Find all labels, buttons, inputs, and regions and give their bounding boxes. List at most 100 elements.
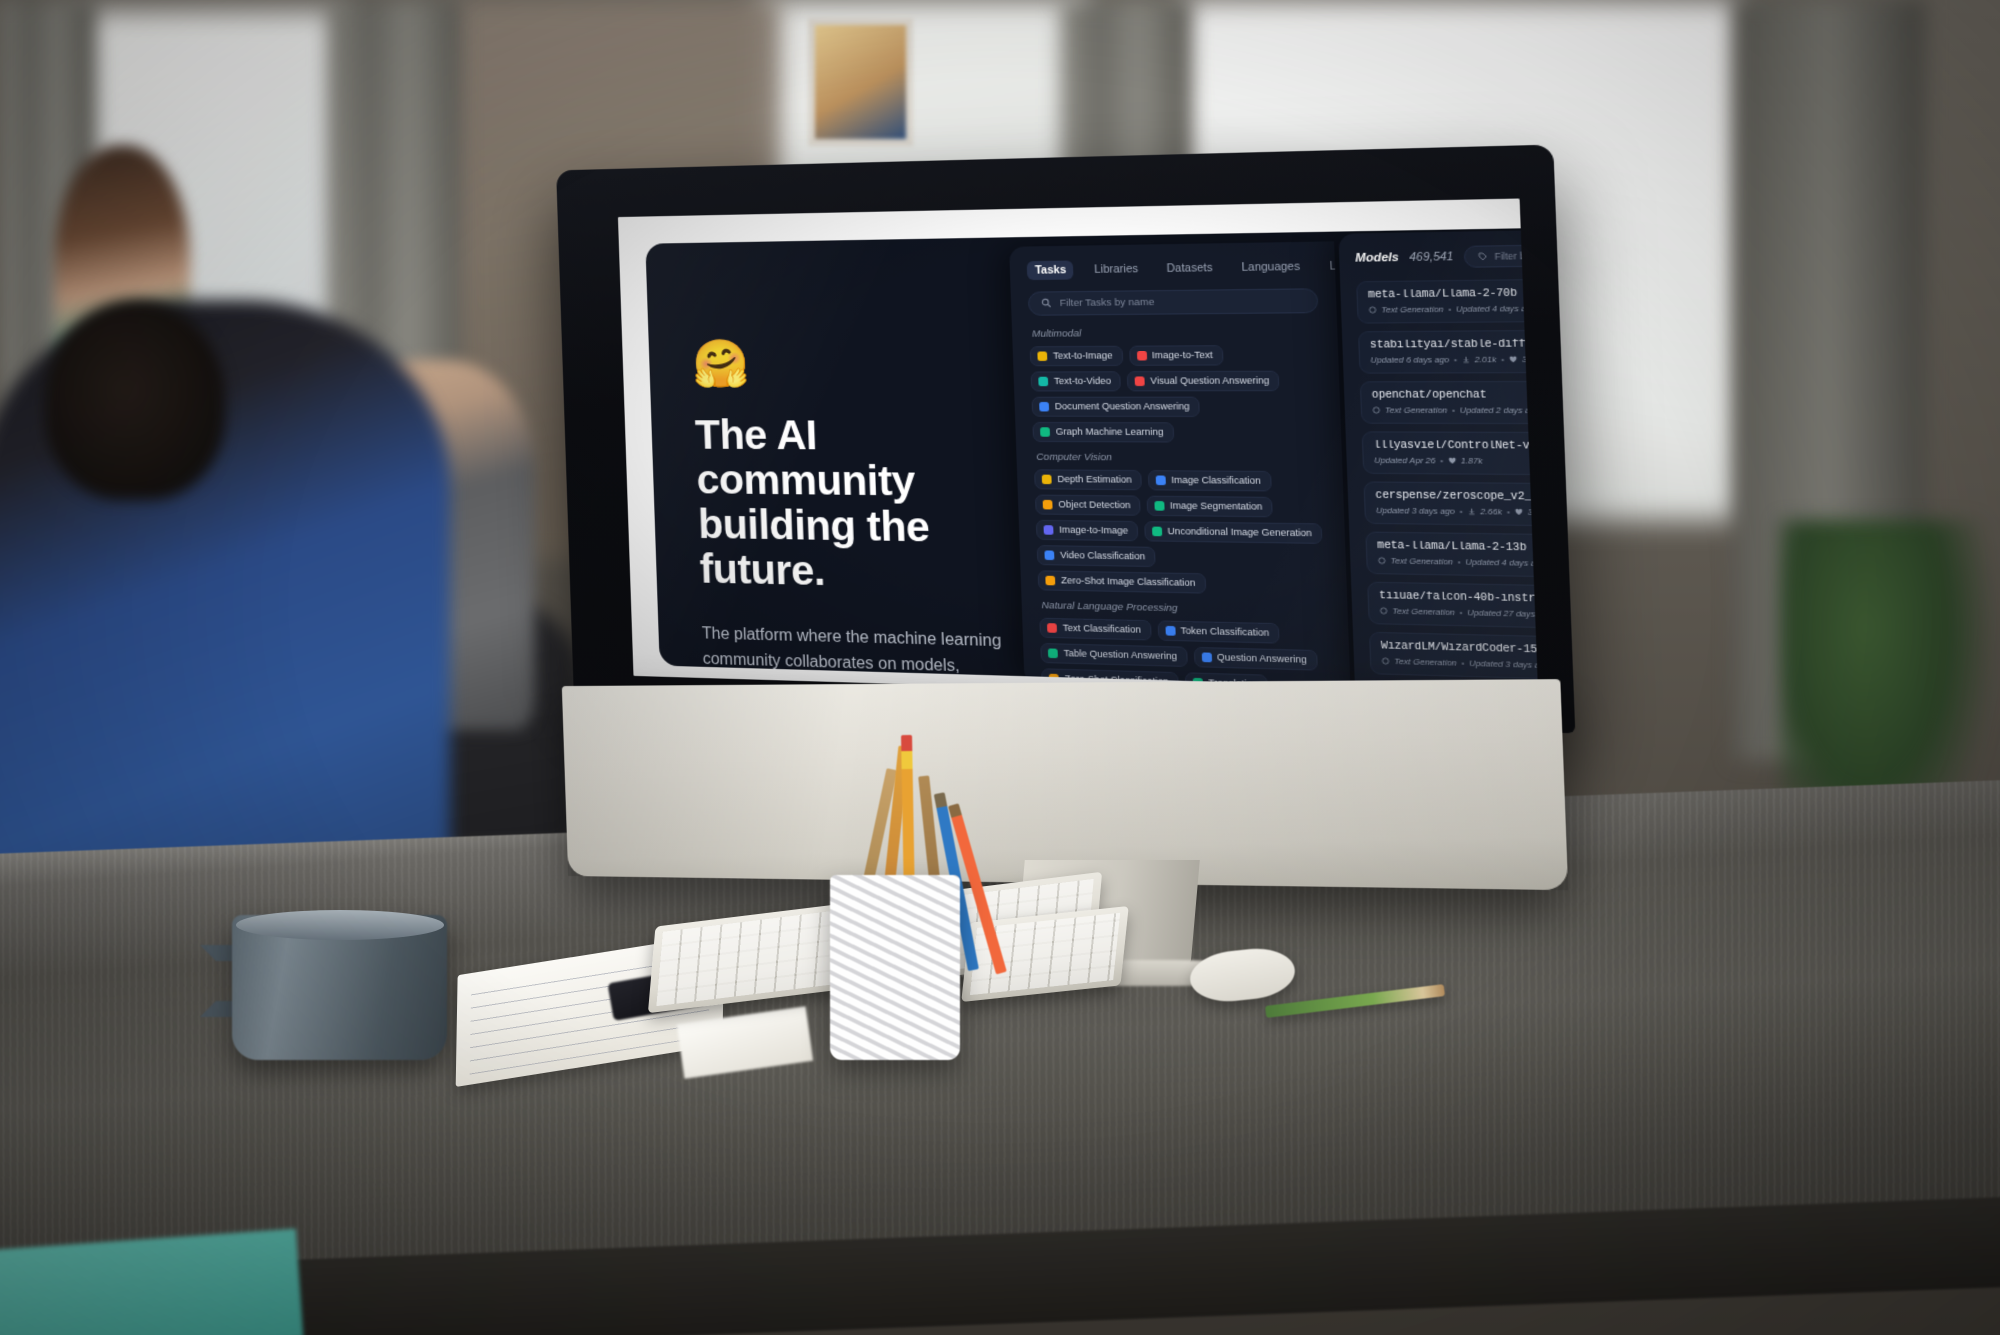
filter-tabs[interactable]: TasksLibrariesDatasetsLanguagesLicensesO… xyxy=(1027,257,1350,280)
task-type-icon xyxy=(1380,607,1388,615)
model-card[interactable]: openchat/openchat Text Generation • Updated… xyxy=(1359,381,1539,425)
model-card[interactable]: WizardLM/WizardCoder-15B-V1.0 Text Genera… xyxy=(1369,632,1539,682)
task-group-list: Multimodal Text-to-Image Image-to-Text Text… xyxy=(1030,326,1343,693)
model-name: openchat/openchat xyxy=(1371,390,1487,403)
task-chip-label: Image-to-Text xyxy=(1151,349,1213,361)
task-chip-label: Table Question Answering xyxy=(1063,647,1178,662)
task-chip-label: Depth Estimation xyxy=(1057,473,1132,486)
separator: • xyxy=(1461,658,1465,669)
model-task: Text Generation xyxy=(1390,556,1454,568)
filter-tasks-search[interactable]: Filter Tasks by name xyxy=(1028,287,1319,316)
task-chip-label: Zero-Shot Image Classification xyxy=(1060,575,1196,589)
monitor-screen: 🤗 The AI community building the future. … xyxy=(617,198,1539,704)
model-meta: Text Generation•Updated 2 days ago•1.3k•… xyxy=(1372,406,1538,416)
download-icon xyxy=(1467,508,1475,516)
separator: • xyxy=(1451,405,1456,416)
monitor-bezel: 🤗 The AI community building the future. … xyxy=(556,144,1576,734)
model-updated: Updated 4 days ago xyxy=(1465,557,1539,569)
models-filter-placeholder: Filter by name xyxy=(1494,250,1539,263)
task-type-icon xyxy=(1152,526,1163,536)
model-updated: Updated 4 days ago xyxy=(1455,303,1537,315)
task-chip[interactable]: Image-to-Image xyxy=(1036,519,1139,541)
task-chip[interactable]: Token Classification xyxy=(1157,620,1280,644)
model-card[interactable]: stabilityai/stable-diffusion-xl-base-0.9… xyxy=(1358,329,1539,375)
model-meta: Updated Apr 26 • 1.87k xyxy=(1374,456,1538,467)
task-group-title: Computer Vision xyxy=(1036,451,1113,464)
task-chip[interactable]: Table Question Answering xyxy=(1040,642,1188,667)
person-foreground-head xyxy=(45,300,225,500)
hugging-face-emoji-icon: 🤗 xyxy=(691,337,751,391)
tab-languages[interactable]: Languages xyxy=(1233,257,1308,277)
task-chip[interactable]: Text-to-Video xyxy=(1031,370,1122,392)
tab-libraries[interactable]: Libraries xyxy=(1086,259,1146,279)
task-type-icon xyxy=(1154,500,1165,511)
tab-tasks[interactable]: Tasks xyxy=(1027,260,1075,280)
tab-datasets[interactable]: Datasets xyxy=(1159,258,1221,278)
models-count: 469,541 xyxy=(1409,250,1454,265)
huggingface-homepage: 🤗 The AI community building the future. … xyxy=(617,198,1539,704)
separator: • xyxy=(1506,507,1511,518)
models-panel: Models 469,541 Filter by name meta-llama… xyxy=(1338,229,1539,693)
filter-tasks-placeholder: Filter Tasks by name xyxy=(1059,296,1155,309)
model-card[interactable]: tiiuae/falcon-40b-instruct Text Generatio… xyxy=(1367,582,1539,631)
task-group-title: Multimodal xyxy=(1031,327,1082,340)
model-card[interactable]: cerspense/zeroscope_v2_XL Updated 3 days … xyxy=(1363,481,1539,528)
task-chip-label: Text-to-Video xyxy=(1053,375,1112,387)
task-type-icon xyxy=(1136,350,1147,361)
task-type-icon xyxy=(1039,401,1050,412)
task-type-icon xyxy=(1201,652,1212,663)
task-chip[interactable]: Text-to-Image xyxy=(1030,345,1123,366)
model-likes: 393 xyxy=(1521,354,1538,365)
task-chip[interactable]: Zero-Shot Image Classification xyxy=(1038,570,1206,594)
model-downloads: 2.01k xyxy=(1474,355,1497,366)
hero-title-line-2: building the future. xyxy=(697,500,931,595)
model-name: cerspense/zeroscope_v2_XL xyxy=(1375,490,1539,505)
model-updated: Updated 2 days ago xyxy=(1459,405,1539,416)
task-chip[interactable]: Visual Question Answering xyxy=(1127,370,1280,392)
hero-title-line-1: The AI community xyxy=(694,411,916,505)
task-chip[interactable]: Graph Machine Learning xyxy=(1032,421,1174,443)
model-updated: Updated 6 days ago xyxy=(1370,355,1450,366)
task-type-icon xyxy=(1043,499,1054,510)
model-task: Text Generation xyxy=(1394,656,1457,669)
task-chip[interactable]: Document Question Answering xyxy=(1031,396,1200,417)
task-type-icon xyxy=(1372,407,1380,415)
download-icon xyxy=(1462,356,1470,364)
task-chip[interactable]: Question Answering xyxy=(1193,646,1318,671)
task-chip[interactable]: Depth Estimation xyxy=(1034,468,1142,490)
model-meta: Updated 6 days ago • 2.01k • 393 xyxy=(1370,355,1538,366)
task-chip[interactable]: Unconditional Image Generation xyxy=(1144,520,1323,544)
task-chip[interactable]: Image-to-Text xyxy=(1128,344,1224,366)
model-task: Text Generation xyxy=(1381,304,1444,316)
models-filter-search[interactable]: Filter by name xyxy=(1463,244,1539,269)
task-chip-row: Depth Estimation Image Classification Obje… xyxy=(1034,468,1329,596)
model-card[interactable]: meta-llama/Llama-2-70b Text Generation • Up… xyxy=(1356,278,1539,325)
model-card[interactable]: meta-llama/Llama-2-13b Text Generation • Up… xyxy=(1365,531,1539,579)
task-type-icon xyxy=(1048,648,1059,658)
wall-art-frame xyxy=(808,18,913,146)
task-chip-label: Unconditional Image Generation xyxy=(1167,525,1313,539)
task-chip-label: Image-to-Image xyxy=(1059,524,1129,537)
task-chip-label: Document Question Answering xyxy=(1054,401,1190,412)
model-card[interactable]: lllyasviel/ControlNet-v1-1 Updated Apr 26… xyxy=(1361,431,1539,477)
model-updated: Updated 3 days ago xyxy=(1375,505,1456,517)
task-chip[interactable]: Image Classification xyxy=(1147,469,1272,492)
task-chip[interactable]: Image Segmentation xyxy=(1146,495,1273,518)
task-type-icon xyxy=(1381,658,1389,666)
model-downloads: 2.66k xyxy=(1480,507,1503,518)
task-chip[interactable]: Text Classification xyxy=(1039,617,1152,641)
heart-icon xyxy=(1448,458,1456,465)
task-chip[interactable]: Video Classification xyxy=(1037,544,1156,567)
task-type-icon xyxy=(1042,474,1053,484)
task-type-icon xyxy=(1378,557,1386,565)
coffee-mug-rim xyxy=(236,910,444,940)
task-chip-row: Text-to-Image Image-to-Text Text-to-Video V… xyxy=(1030,344,1323,443)
hero-section: 🤗 The AI community building the future. … xyxy=(691,337,1031,693)
task-chip[interactable]: Object Detection xyxy=(1035,494,1141,516)
model-name: stabilityai/stable-diffusion-xl-base-0.9 xyxy=(1369,338,1539,353)
task-chip-label: Text-to-Image xyxy=(1052,350,1113,362)
task-type-icon xyxy=(1134,376,1146,386)
task-type-icon xyxy=(1040,426,1051,437)
task-chip-label: Image Classification xyxy=(1171,474,1262,487)
task-type-icon xyxy=(1155,475,1166,485)
